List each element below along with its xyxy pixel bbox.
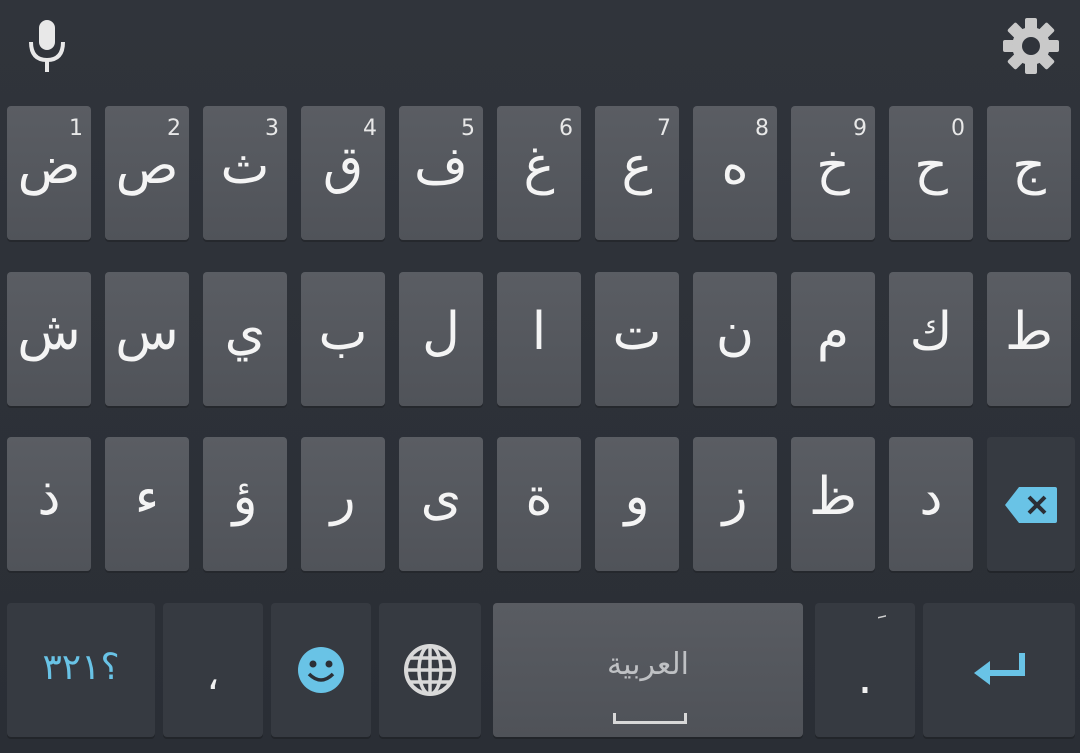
key-label: ظ <box>808 467 858 527</box>
enter-key[interactable] <box>923 603 1075 737</box>
key-label: ذ <box>37 467 61 527</box>
key-waw-hamza[interactable]: ؤ <box>203 437 287 571</box>
period-label: . <box>857 649 873 705</box>
key-label: ط <box>1004 302 1054 362</box>
globe-icon <box>404 644 456 696</box>
key-fa[interactable]: 5 ف <box>399 106 483 240</box>
key-label: ر <box>330 467 356 527</box>
space-icon <box>613 713 687 724</box>
enter-icon <box>974 653 1025 685</box>
key-label: ف <box>414 136 468 196</box>
key-ta[interactable]: ت <box>595 272 679 406</box>
comma-key[interactable]: ، <box>163 603 263 737</box>
key-label: ن <box>715 302 755 362</box>
comma-label: ، <box>206 653 220 699</box>
key-kaf[interactable]: ك <box>889 272 973 406</box>
key-label: ش <box>17 302 81 362</box>
key-label: ت <box>612 302 662 362</box>
key-label: ج <box>1012 136 1046 196</box>
symbols-key[interactable]: ؟٣٢١ <box>7 603 155 737</box>
key-mim[interactable]: م <box>791 272 875 406</box>
key-label: و <box>624 467 650 527</box>
key-kha[interactable]: 9 خ <box>791 106 875 240</box>
language-label: العربية <box>607 647 689 682</box>
key-label: م <box>816 302 850 362</box>
key-label: ب <box>318 302 368 362</box>
key-tah[interactable]: ط <box>987 272 1071 406</box>
key-label: خ <box>816 136 850 196</box>
symbols-label: ؟٣٢١ <box>42 647 120 688</box>
key-label: ع <box>621 136 653 196</box>
key-dal[interactable]: د <box>889 437 973 571</box>
key-nun[interactable]: ن <box>693 272 777 406</box>
backspace-icon <box>1005 487 1057 523</box>
key-label: ض <box>17 136 81 196</box>
key-ta-marbuta[interactable]: ة <box>497 437 581 571</box>
key-hha[interactable]: 0 ح <box>889 106 973 240</box>
key-label: ا <box>531 302 547 362</box>
key-label: ؤ <box>232 467 258 527</box>
key-label: س <box>115 302 179 362</box>
backspace-key[interactable] <box>987 437 1075 571</box>
keyboard: 1 ض 2 ص 3 ث 4 ق 5 ف 6 غ 7 ع 8 ه 9 خ 0 ح … <box>0 0 1080 753</box>
key-alif-maqsura[interactable]: ى <box>399 437 483 571</box>
key-zay[interactable]: ز <box>693 437 777 571</box>
key-label: ء <box>134 467 160 527</box>
key-hamza[interactable]: ء <box>105 437 189 571</box>
key-label: غ <box>523 136 555 196</box>
suggestion-strip <box>0 0 1080 96</box>
key-label: ه <box>721 136 749 196</box>
key-ba[interactable]: ب <box>301 272 385 406</box>
key-label: د <box>919 467 943 527</box>
key-sad[interactable]: 2 ص <box>105 106 189 240</box>
key-waw[interactable]: و <box>595 437 679 571</box>
period-key[interactable]: َ . <box>815 603 915 737</box>
key-ain[interactable]: 7 ع <box>595 106 679 240</box>
key-ha[interactable]: 8 ه <box>693 106 777 240</box>
key-label: ي <box>224 302 266 362</box>
language-switch-key[interactable] <box>379 603 481 737</box>
key-ra[interactable]: ر <box>301 437 385 571</box>
key-label: ز <box>722 467 748 527</box>
key-alif[interactable]: ا <box>497 272 581 406</box>
key-label: ح <box>914 136 948 196</box>
key-dhal[interactable]: ذ <box>7 437 91 571</box>
key-zah[interactable]: ظ <box>791 437 875 571</box>
key-label: ك <box>909 302 953 362</box>
key-label: ص <box>115 136 179 196</box>
key-label: ل <box>422 302 460 362</box>
key-qaf[interactable]: 4 ق <box>301 106 385 240</box>
emoji-icon <box>298 647 344 693</box>
emoji-key[interactable] <box>271 603 371 737</box>
microphone-icon[interactable] <box>22 18 72 74</box>
key-dad[interactable]: 1 ض <box>7 106 91 240</box>
key-label: ى <box>420 467 462 527</box>
key-label: ة <box>525 467 553 527</box>
key-jim[interactable]: ج <box>987 106 1071 240</box>
key-sin[interactable]: س <box>105 272 189 406</box>
key-label: ق <box>322 136 364 196</box>
space-bar[interactable]: العربية <box>493 603 803 737</box>
gear-icon[interactable] <box>1002 16 1060 76</box>
key-ghain[interactable]: 6 غ <box>497 106 581 240</box>
key-ya[interactable]: ي <box>203 272 287 406</box>
key-label: ث <box>220 136 270 196</box>
key-lam[interactable]: ل <box>399 272 483 406</box>
key-tha[interactable]: 3 ث <box>203 106 287 240</box>
key-shin[interactable]: ش <box>7 272 91 406</box>
